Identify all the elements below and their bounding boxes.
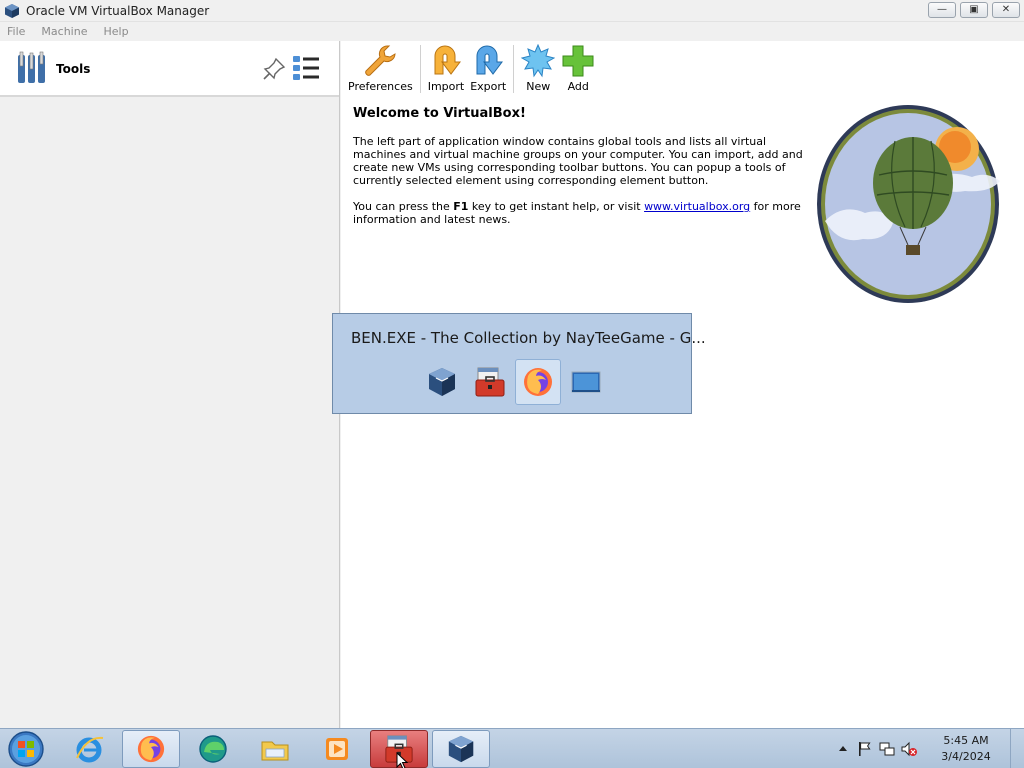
close-button[interactable]: ✕ xyxy=(992,2,1020,18)
welcome-title: Welcome to VirtualBox! xyxy=(353,106,526,121)
add-plus-icon xyxy=(562,45,594,77)
task-switcher-icons xyxy=(419,359,609,405)
window-title: Oracle VM VirtualBox Manager xyxy=(26,4,210,18)
new-button[interactable]: New xyxy=(518,41,558,95)
start-button[interactable] xyxy=(4,730,48,768)
welcome-paragraph-2: You can press the F1 key to get instant … xyxy=(353,200,813,226)
media-player-icon xyxy=(326,738,348,760)
menu-help[interactable]: Help xyxy=(103,22,128,41)
add-button[interactable]: Add xyxy=(558,41,598,95)
firefox-icon xyxy=(524,368,552,396)
export-label: Export xyxy=(470,80,507,93)
edge-icon xyxy=(199,735,227,763)
internet-explorer-icon xyxy=(76,736,104,763)
mouse-cursor-icon xyxy=(396,752,409,768)
toolbar-separator xyxy=(419,45,421,93)
virtualbox-icon xyxy=(5,4,19,18)
tray-overflow-icon[interactable] xyxy=(834,740,852,758)
minimize-button[interactable]: — xyxy=(928,2,956,18)
toolbar: Preferences Import Export New Add xyxy=(341,41,598,97)
preferences-label: Preferences xyxy=(348,80,413,93)
tools-label: Tools xyxy=(56,62,91,76)
virtualbox-icon xyxy=(448,735,474,763)
switcher-toolbox[interactable] xyxy=(467,359,513,405)
switcher-desktop[interactable] xyxy=(563,359,609,405)
new-label: New xyxy=(526,80,551,93)
welcome-p2-before: You can press the xyxy=(353,200,454,213)
taskbar: 5:45 AM 3/4/2024 xyxy=(0,728,1024,768)
clock-date: 3/4/2024 xyxy=(941,750,991,763)
balloon-illustration xyxy=(817,105,1000,303)
f1-key: F1 xyxy=(453,200,469,213)
pin-icon[interactable] xyxy=(262,57,286,81)
preferences-button[interactable]: Preferences xyxy=(345,41,416,95)
tools-icon xyxy=(18,51,45,83)
task-switcher-title: BEN.EXE - The Collection by NayTeeGame -… xyxy=(351,329,706,347)
export-icon xyxy=(476,45,504,75)
switcher-firefox[interactable] xyxy=(515,359,561,405)
action-center-flag-icon[interactable] xyxy=(856,740,874,758)
welcome-paragraph-1: The left part of application window cont… xyxy=(353,135,803,187)
taskbar-file-explorer[interactable] xyxy=(246,730,304,768)
welcome-p2-mid: key to get instant help, or visit xyxy=(468,200,645,213)
task-switcher: BEN.EXE - The Collection by NayTeeGame -… xyxy=(332,313,706,414)
new-star-icon xyxy=(521,44,556,78)
file-explorer-icon xyxy=(261,741,289,761)
maximize-button[interactable]: ▣ xyxy=(960,2,988,18)
system-tray: 5:45 AM 3/4/2024 xyxy=(832,729,1024,768)
taskbar-virtualbox[interactable] xyxy=(432,730,490,768)
virtualbox-icon xyxy=(429,368,455,396)
machine-list-pane[interactable]: Tools xyxy=(0,41,340,728)
toolbar-separator xyxy=(513,45,515,93)
import-icon xyxy=(434,45,461,75)
network-icon[interactable] xyxy=(878,740,896,758)
welcome-text: Welcome to VirtualBox! The left part of … xyxy=(353,106,813,239)
taskbar-internet-explorer[interactable] xyxy=(60,730,118,768)
virtualbox-link[interactable]: www.virtualbox.org xyxy=(644,200,750,213)
window-titlebar[interactable]: Oracle VM VirtualBox Manager — ▣ ✕ xyxy=(0,0,1024,22)
wrench-icon xyxy=(365,45,396,76)
clock[interactable]: 5:45 AM 3/4/2024 xyxy=(926,733,1006,765)
toolbox-icon xyxy=(475,367,505,397)
menu-machine[interactable]: Machine xyxy=(41,22,87,41)
clock-time: 5:45 AM xyxy=(943,734,989,747)
show-desktop-button[interactable] xyxy=(1010,729,1024,768)
export-button[interactable]: Export xyxy=(467,41,509,95)
taskbar-media-player[interactable] xyxy=(308,730,366,768)
import-button[interactable]: Import xyxy=(425,41,468,95)
switcher-virtualbox[interactable] xyxy=(419,359,465,405)
import-label: Import xyxy=(427,80,465,93)
taskbar-firefox[interactable] xyxy=(122,730,180,768)
menu-file[interactable]: File xyxy=(7,22,25,41)
desktop-icon xyxy=(571,371,601,393)
taskbar-edge[interactable] xyxy=(184,730,242,768)
tools-item[interactable]: Tools xyxy=(0,41,339,97)
menu-bar: File Machine Help xyxy=(0,22,1024,41)
add-label: Add xyxy=(567,80,589,93)
firefox-icon xyxy=(137,735,165,763)
volume-muted-icon[interactable] xyxy=(900,740,918,758)
tools-menu-icon[interactable] xyxy=(292,55,320,81)
